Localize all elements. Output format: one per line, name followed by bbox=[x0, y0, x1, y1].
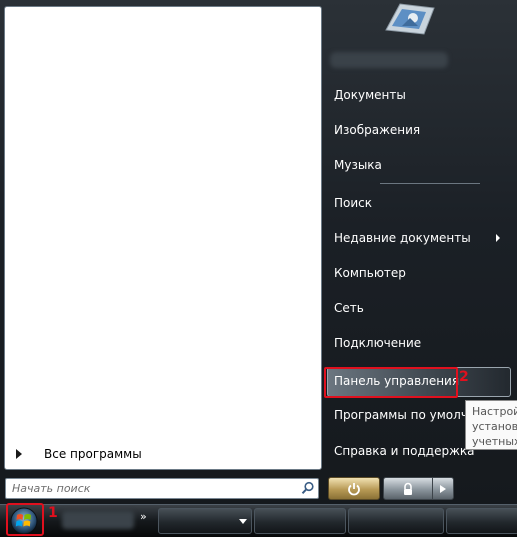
menu-item-label: Программы по умолча bbox=[334, 408, 476, 422]
tooltip: Настрой установ учетных bbox=[465, 400, 517, 450]
arrow-right-icon bbox=[16, 449, 22, 459]
search-input[interactable] bbox=[6, 479, 292, 498]
power-button[interactable] bbox=[328, 477, 380, 500]
menu-item-network[interactable]: Сеть bbox=[326, 293, 506, 323]
menu-item-label: Документы bbox=[334, 88, 406, 102]
all-programs-label: Все программы bbox=[44, 447, 142, 461]
taskbar-button[interactable] bbox=[446, 508, 517, 534]
tooltip-line: установ bbox=[472, 420, 517, 433]
pinned-programs-pane bbox=[4, 6, 322, 470]
lock-button[interactable] bbox=[383, 477, 433, 500]
taskbar-button[interactable] bbox=[348, 508, 444, 534]
annotation-number-2: 2 bbox=[459, 369, 469, 385]
annotation-box-2 bbox=[324, 367, 458, 398]
menu-item-documents[interactable]: Документы bbox=[326, 80, 506, 110]
tooltip-line: учетных bbox=[472, 435, 517, 448]
menu-item-label: Недавние документы bbox=[334, 231, 471, 245]
quick-launch-blurred bbox=[62, 511, 134, 529]
search-icon[interactable] bbox=[301, 481, 315, 495]
annotation-number-1: 1 bbox=[48, 505, 58, 521]
taskbar-button[interactable] bbox=[254, 508, 346, 534]
menu-item-recent-documents[interactable]: Недавние документы bbox=[326, 223, 506, 253]
menu-item-label: Компьютер bbox=[334, 266, 406, 280]
menu-item-label: Справка и поддержка bbox=[334, 444, 475, 458]
tooltip-line: Настрой bbox=[472, 405, 517, 418]
menu-item-music[interactable]: Музыка bbox=[326, 150, 506, 180]
power-icon bbox=[348, 482, 360, 495]
all-programs-button[interactable]: Все программы bbox=[10, 441, 310, 467]
submenu-arrow-icon bbox=[496, 234, 500, 242]
overflow-chevron-icon[interactable]: » bbox=[140, 510, 147, 523]
menu-item-label: Сеть bbox=[334, 301, 364, 315]
menu-item-computer[interactable]: Компьютер bbox=[326, 258, 506, 288]
taskbar-button[interactable] bbox=[158, 508, 252, 534]
menu-item-label: Поиск bbox=[334, 196, 373, 210]
shutdown-options-button[interactable] bbox=[432, 477, 454, 500]
user-picture-icon[interactable] bbox=[380, 0, 438, 38]
user-name-blurred bbox=[330, 52, 448, 68]
menu-item-label: Подключение bbox=[334, 336, 422, 350]
start-search-box[interactable] bbox=[5, 478, 319, 499]
menu-item-connect[interactable]: Подключение bbox=[326, 328, 506, 358]
arrow-right-icon bbox=[440, 484, 446, 493]
menu-item-pictures[interactable]: Изображения bbox=[326, 115, 506, 145]
menu-item-label: Музыка bbox=[334, 158, 382, 172]
menu-separator bbox=[380, 183, 480, 184]
menu-item-label: Изображения bbox=[334, 123, 421, 137]
chevron-down-icon bbox=[239, 519, 247, 524]
menu-item-search[interactable]: Поиск bbox=[326, 188, 506, 218]
lock-icon bbox=[404, 482, 412, 495]
annotation-box-1 bbox=[6, 503, 44, 536]
